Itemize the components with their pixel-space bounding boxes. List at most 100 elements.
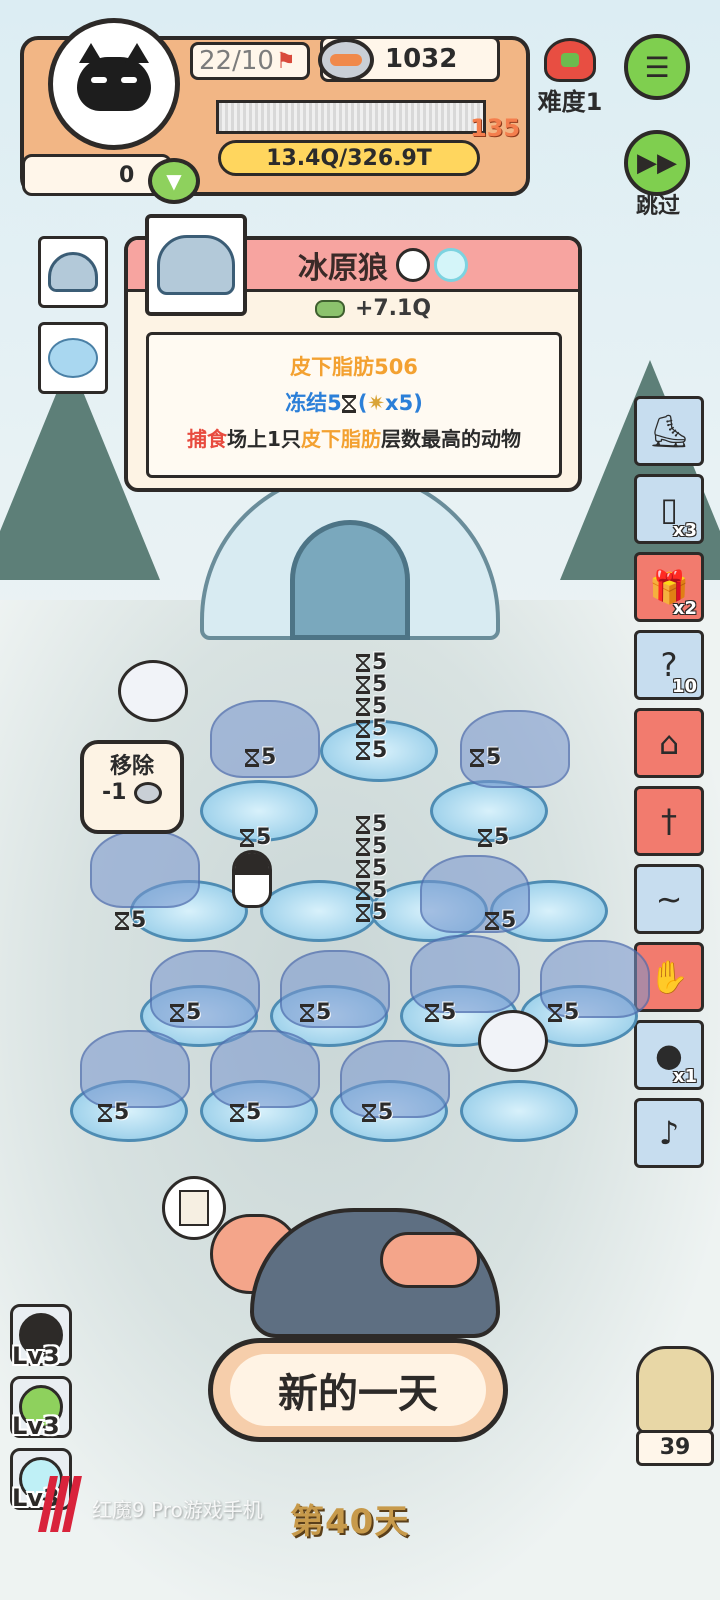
day-counter: 第40天 xyxy=(290,1502,410,1542)
hourglass-icon xyxy=(115,912,129,930)
freeze-timer: 5 xyxy=(230,1100,261,1125)
item-slot[interactable]: ⌂ xyxy=(634,708,704,778)
item-slot[interactable]: ♪ xyxy=(634,1098,704,1168)
freeze-timer: 5 xyxy=(245,745,276,770)
ice-thumbnail[interactable] xyxy=(38,322,108,394)
red-magic-logo xyxy=(38,1476,82,1532)
item-count: 10 xyxy=(671,676,697,697)
freeze-timer: 5 xyxy=(362,1100,393,1125)
item-slot[interactable]: ▯ x3 xyxy=(634,474,704,544)
freeze-timer-value: 5 xyxy=(564,1000,580,1025)
remove-cost-value: -1 xyxy=(101,780,127,805)
remove-tooltip[interactable]: 移除 -1 xyxy=(80,740,184,834)
skip-button[interactable]: ▶▶ xyxy=(624,130,690,196)
new-day-button[interactable]: 新的一天 xyxy=(208,1338,508,1442)
wolf-icon xyxy=(157,235,235,295)
heart-count-value: 0 xyxy=(119,162,135,188)
penguin-badge-icon xyxy=(396,247,430,282)
item-slot[interactable]: ? 10 xyxy=(634,630,704,700)
wolf-icon xyxy=(48,252,98,292)
igloo-door xyxy=(290,520,410,640)
difficulty-indicator[interactable]: 难度1 xyxy=(528,38,612,117)
freeze-timer: 5 xyxy=(356,900,387,925)
difficulty-label: 难度1 xyxy=(537,88,603,116)
freeze-timer: 5 xyxy=(356,738,387,763)
freeze-timer-value: 5 xyxy=(378,1100,394,1125)
item-slot[interactable]: † xyxy=(634,786,704,856)
freeze-timer-value: 5 xyxy=(131,908,147,933)
mittens-icon: ✋ xyxy=(649,958,689,996)
penguin[interactable] xyxy=(232,850,272,908)
ice-icon xyxy=(48,338,98,378)
frozen-animal[interactable] xyxy=(280,950,390,1028)
ice-tile[interactable] xyxy=(460,1080,578,1142)
remove-label: 移除 xyxy=(109,754,154,779)
freeze-timer-value: 5 xyxy=(256,825,272,850)
score-value: 13.4Q/326.9T xyxy=(266,145,432,171)
item-slot[interactable]: ~ xyxy=(634,864,704,934)
frozen-animal[interactable] xyxy=(150,950,260,1028)
freeze-label: 冻结5 xyxy=(285,391,342,415)
hourglass-icon xyxy=(356,882,370,900)
pine-tree xyxy=(560,360,720,580)
freeze-timer: 5 xyxy=(98,1100,129,1125)
hourglass-icon xyxy=(362,1104,376,1122)
money-icon xyxy=(314,300,345,318)
item-count: x3 xyxy=(672,520,697,541)
lantern-icon: ⌂ xyxy=(658,724,680,762)
device-watermark: 红魔9 Pro游戏手机 xyxy=(92,1498,263,1522)
experience-progress-bar xyxy=(216,100,486,134)
item-slot[interactable]: ⛸ xyxy=(634,396,704,466)
selected-wolf-thumbnail[interactable] xyxy=(38,236,108,308)
arctic-hare[interactable] xyxy=(478,1010,548,1072)
frozen-animal[interactable] xyxy=(340,1040,450,1118)
freeze-timer: 5 xyxy=(548,1000,579,1025)
new-day-label: 新的一天 xyxy=(230,1354,486,1426)
coin-value: 1032 xyxy=(385,44,458,74)
player-avatar[interactable] xyxy=(48,18,180,150)
hourglass-icon xyxy=(425,1004,439,1022)
remove-cost: -1 xyxy=(84,780,180,805)
fast-forward-icon: ▶▶ xyxy=(637,148,677,178)
frozen-animal[interactable] xyxy=(80,1030,190,1108)
level-badge: 135 xyxy=(470,114,521,142)
freeze-timer-value: 5 xyxy=(441,1000,457,1025)
sword-icon: † xyxy=(661,802,677,840)
frozen-animal[interactable] xyxy=(90,830,200,908)
ice-badge-icon xyxy=(434,247,468,282)
item-slot[interactable]: ● x1 xyxy=(634,1020,704,1090)
heart-icon: ▼ xyxy=(166,169,182,193)
reward-value: +7.1Q xyxy=(354,296,432,321)
frozen-animal[interactable] xyxy=(210,1030,320,1108)
freeze-timer: 5 xyxy=(470,745,501,770)
hourglass-icon xyxy=(356,904,370,922)
heart-button[interactable]: ▼ xyxy=(148,158,200,204)
hp-counter: 22/10 ⚑ xyxy=(190,42,310,80)
menu-button[interactable]: ☰ xyxy=(624,34,690,100)
item-slot[interactable]: 🎁 x2 xyxy=(634,552,704,622)
monster-hair xyxy=(380,1232,480,1288)
hourglass-icon xyxy=(300,1004,314,1022)
paw-badge-icon: ✷ xyxy=(367,391,386,415)
item-count: x2 xyxy=(672,598,697,619)
hourglass-icon xyxy=(548,1004,562,1022)
certificate-icon[interactable] xyxy=(162,1176,226,1240)
skill-level-1: Lv3 xyxy=(12,1342,60,1370)
cat-food-can-icon xyxy=(134,782,163,804)
skip-label: 跳过 xyxy=(635,194,680,219)
arctic-hare[interactable] xyxy=(118,660,188,722)
owl-icon[interactable] xyxy=(636,1346,714,1434)
hourglass-icon xyxy=(478,829,492,847)
hourglass-icon xyxy=(356,742,370,760)
freeze-timer-value: 5 xyxy=(501,908,517,933)
prey-keyword: 捕食 xyxy=(187,427,228,451)
freeze-multiplier: x5) xyxy=(385,391,423,415)
hourglass-icon xyxy=(240,829,254,847)
fat-stacks-text: 皮下脂肪506 xyxy=(290,355,418,379)
freeze-timer-value: 5 xyxy=(316,1000,332,1025)
freeze-paren: ( xyxy=(357,391,368,415)
bell-icon: ♪ xyxy=(658,1114,680,1152)
freeze-timer: 5 xyxy=(240,825,271,850)
freeze-timer-value: 5 xyxy=(372,738,388,763)
hourglass-icon xyxy=(356,676,370,694)
